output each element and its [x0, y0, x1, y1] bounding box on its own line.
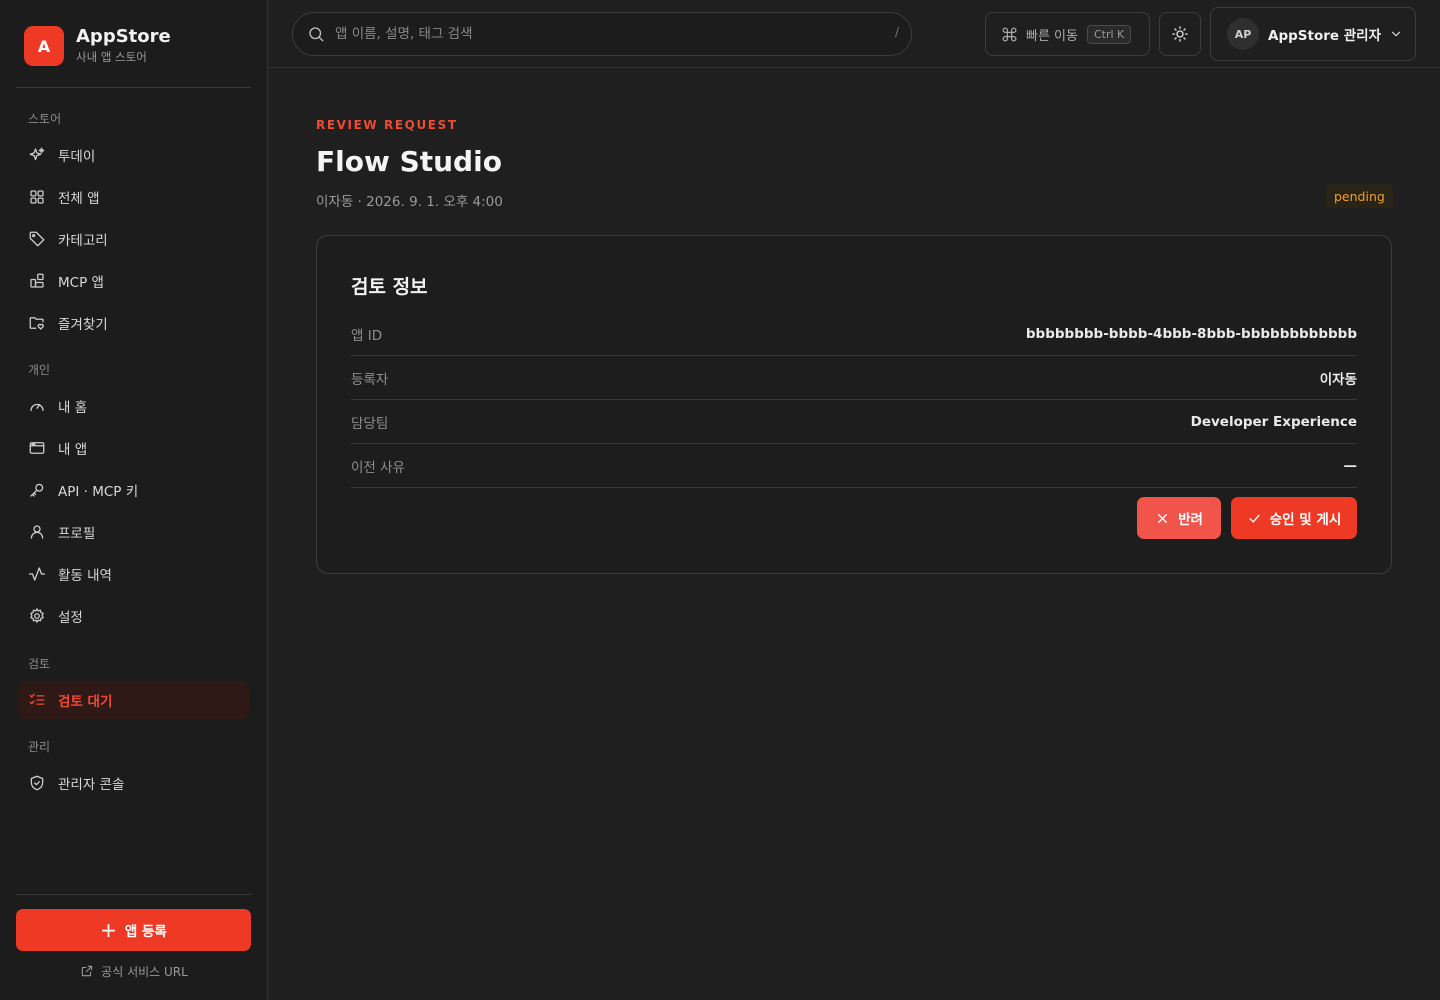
gear-icon — [30, 608, 44, 623]
user-icon — [30, 525, 44, 539]
page-meta: 이자동 · 2026. 9. 1. 오후 4:00 — [316, 194, 503, 210]
page-eyebrow: REVIEW REQUEST — [316, 118, 458, 132]
search-box[interactable]: / — [292, 12, 912, 56]
sidebar-item-my-apps[interactable]: 내 앱 — [18, 429, 249, 467]
sidebar: A AppStore 사내 앱 스토어 스토어 투데이 전체 앱 카테고리 MC… — [0, 0, 268, 1000]
sidebar-item-my-home[interactable]: 내 홈 — [18, 387, 249, 425]
search-icon — [309, 27, 324, 42]
row-label: 담당팀 — [351, 415, 389, 432]
check-icon — [1249, 514, 1260, 523]
sidebar-item-favorites[interactable]: 즐겨찾기 — [18, 304, 249, 342]
status-badge: pending — [1326, 184, 1393, 208]
user-name: AppStore 관리자 — [1268, 28, 1381, 44]
quick-nav-button[interactable]: 빠른 이동 Ctrl K — [985, 12, 1150, 56]
sidebar-item-all-apps[interactable]: 전체 앱 — [18, 178, 249, 216]
sidebar-item-label: 활동 내역 — [58, 568, 112, 584]
sidebar-divider — [16, 894, 251, 895]
sidebar-divider — [16, 87, 251, 88]
row-value: — — [1343, 457, 1358, 474]
gauge-icon — [30, 403, 44, 412]
sidebar-item-mcp-apps[interactable]: MCP 앱 — [18, 262, 249, 300]
window-icon — [29, 442, 45, 454]
folder-heart-icon — [29, 317, 44, 330]
brand-name: AppStore — [76, 26, 171, 47]
sidebar-item-label: 관리자 콘솔 — [58, 777, 125, 793]
official-link-label: 공식 서비스 URL — [101, 964, 188, 979]
sidebar-item-label: 즐겨찾기 — [58, 317, 108, 333]
chevron-down-icon — [1391, 31, 1401, 37]
close-icon — [1158, 513, 1168, 523]
add-app-label: 앱 등록 — [124, 924, 167, 940]
row-label: 앱 ID — [351, 327, 383, 344]
sidebar-item-today[interactable]: 투데이 — [18, 136, 249, 174]
reject-label: 반려 — [1178, 512, 1203, 528]
sun-icon — [1172, 26, 1188, 42]
command-icon — [1002, 27, 1017, 41]
brand[interactable]: A AppStore 사내 앱 스토어 — [24, 26, 171, 66]
grid-icon — [30, 190, 44, 204]
brand-logo: A — [24, 26, 64, 66]
sidebar-item-label: 내 홈 — [58, 400, 88, 416]
brand-subtitle: 사내 앱 스토어 — [76, 50, 147, 64]
sidebar-item-label: 투데이 — [58, 149, 96, 165]
key-icon — [30, 483, 44, 497]
avatar: AP — [1227, 18, 1259, 50]
reject-button[interactable]: 반려 — [1137, 497, 1221, 539]
section-label-store: 스토어 — [28, 112, 62, 126]
user-menu-button[interactable]: AP AppStore 관리자 — [1210, 7, 1416, 61]
tag-icon — [29, 231, 45, 247]
sidebar-item-profile[interactable]: 프로필 — [18, 513, 249, 551]
page-title: Flow Studio — [316, 145, 502, 178]
sidebar-item-label: 카테고리 — [58, 233, 108, 249]
quick-nav-kbd: Ctrl K — [1086, 24, 1132, 44]
sidebar-item-label: 검토 대기 — [58, 694, 113, 710]
approve-label: 승인 및 게시 — [1269, 512, 1342, 528]
row-value: bbbbbbbb-bbbb-4bbb-8bbb-bbbbbbbbbbbb — [1025, 325, 1357, 342]
row-label: 등록자 — [351, 371, 389, 388]
section-label-admin: 관리 — [28, 740, 51, 754]
section-label-personal: 개인 — [28, 363, 51, 377]
sidebar-item-label: 전체 앱 — [58, 191, 100, 207]
sidebar-item-label: 프로필 — [58, 526, 96, 542]
sidebar-item-label: 내 앱 — [58, 442, 88, 458]
row-label: 이전 사유 — [351, 459, 405, 476]
official-service-link[interactable]: 공식 서비스 URL — [0, 962, 268, 980]
approve-publish-button[interactable]: 승인 및 게시 — [1231, 497, 1357, 539]
sidebar-item-admin-console[interactable]: 관리자 콘솔 — [18, 764, 249, 802]
sidebar-item-activity[interactable]: 활동 내역 — [18, 555, 249, 593]
theme-toggle-button[interactable] — [1159, 12, 1201, 56]
row-value: Developer Experience — [1190, 413, 1357, 430]
card-title: 검토 정보 — [351, 276, 428, 298]
search-input[interactable] — [335, 26, 875, 42]
sidebar-item-review-queue[interactable]: 검토 대기 — [18, 681, 249, 719]
row-value: 이자동 — [1319, 371, 1357, 388]
sidebar-item-categories[interactable]: 카테고리 — [18, 220, 249, 258]
review-info-card: 검토 정보 앱 ID bbbbbbbb-bbbb-4bbb-8bbb-bbbbb… — [316, 235, 1392, 574]
list-check-icon — [29, 693, 45, 705]
info-row-team: 담당팀 Developer Experience — [351, 400, 1357, 444]
quick-nav-label: 빠른 이동 — [1026, 28, 1078, 44]
search-shortcut-hint: / — [894, 25, 899, 39]
sidebar-item-label: 설정 — [58, 610, 83, 626]
sidebar-item-settings[interactable]: 설정 — [18, 597, 249, 635]
topbar: / 빠른 이동 Ctrl K AP AppStore 관리자 — [268, 0, 1440, 68]
sidebar-item-label: API · MCP 키 — [58, 484, 139, 500]
section-label-review: 검토 — [28, 657, 51, 671]
shield-icon — [30, 775, 44, 791]
plus-icon: + — [100, 918, 117, 942]
blocks-icon — [30, 273, 44, 288]
sidebar-item-label: MCP 앱 — [58, 275, 104, 291]
activity-icon — [28, 567, 46, 581]
sidebar-item-api-keys[interactable]: API · MCP 키 — [18, 471, 249, 509]
info-row-registrant: 등록자 이자동 — [351, 356, 1357, 400]
info-row-app-id: 앱 ID bbbbbbbb-bbbb-4bbb-8bbb-bbbbbbbbbbb… — [351, 312, 1357, 356]
add-app-button[interactable]: + 앱 등록 — [16, 909, 251, 951]
external-link-icon — [81, 965, 93, 977]
info-row-previous-reason: 이전 사유 — — [351, 444, 1357, 488]
sparkles-icon — [29, 147, 45, 161]
